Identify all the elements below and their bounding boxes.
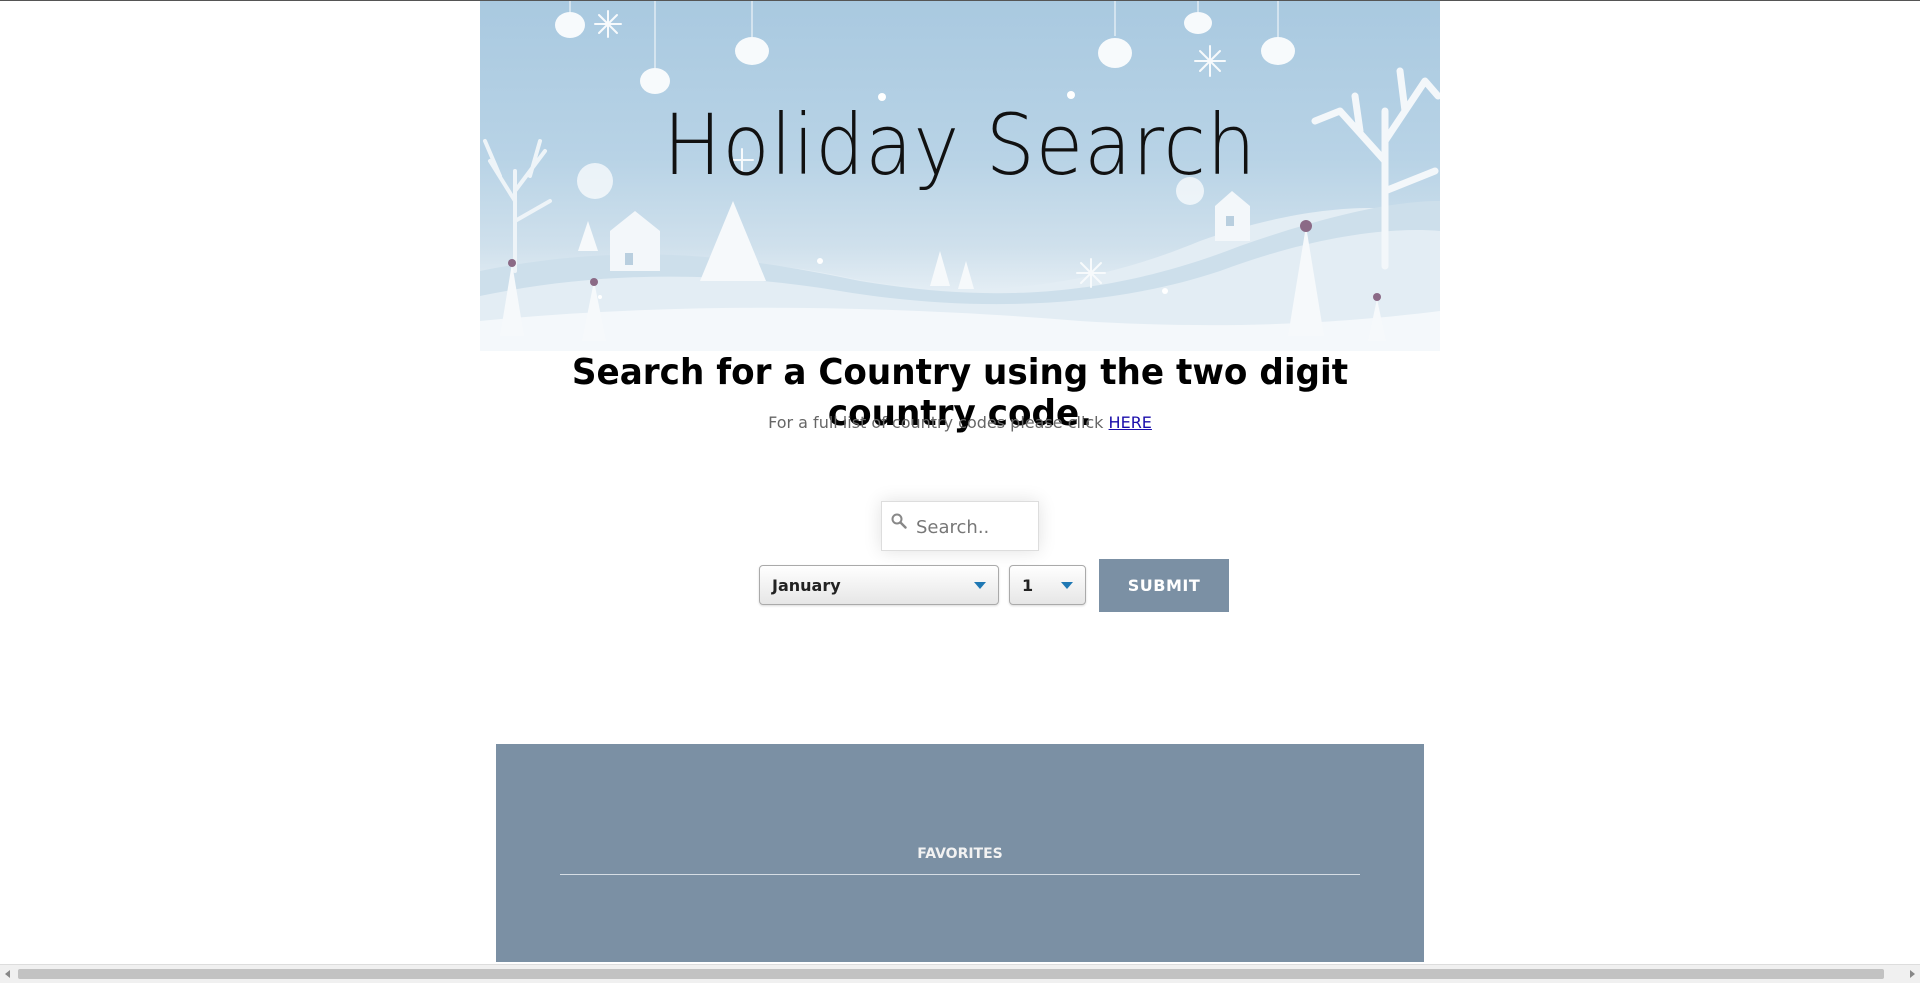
horizontal-scrollbar[interactable]	[0, 964, 1920, 983]
country-codes-note-text: For a full list of country codes please …	[768, 413, 1104, 432]
favorites-divider	[560, 874, 1360, 875]
country-search-input[interactable]	[914, 512, 1036, 542]
scroll-left-icon[interactable]	[5, 970, 10, 978]
search-box	[881, 501, 1039, 551]
month-select[interactable]: January	[759, 565, 999, 605]
favorites-heading: FAVORITES	[917, 846, 1003, 862]
country-codes-note: For a full list of country codes please …	[480, 413, 1440, 432]
hero-banner: Holiday Search	[480, 1, 1440, 351]
chevron-down-icon	[1061, 582, 1073, 589]
scroll-right-icon[interactable]	[1910, 970, 1915, 978]
favorites-panel: FAVORITES	[496, 744, 1424, 962]
search-icon	[891, 513, 907, 533]
chevron-down-icon	[974, 582, 986, 589]
scrollbar-thumb[interactable]	[18, 969, 1884, 979]
month-select-value: January	[772, 576, 841, 595]
day-select[interactable]: 1	[1009, 565, 1086, 605]
site-title: Holiday Search	[663, 96, 1257, 194]
day-select-value: 1	[1022, 576, 1034, 595]
submit-button[interactable]: SUBMIT	[1099, 559, 1229, 612]
country-codes-link[interactable]: HERE	[1109, 413, 1152, 432]
